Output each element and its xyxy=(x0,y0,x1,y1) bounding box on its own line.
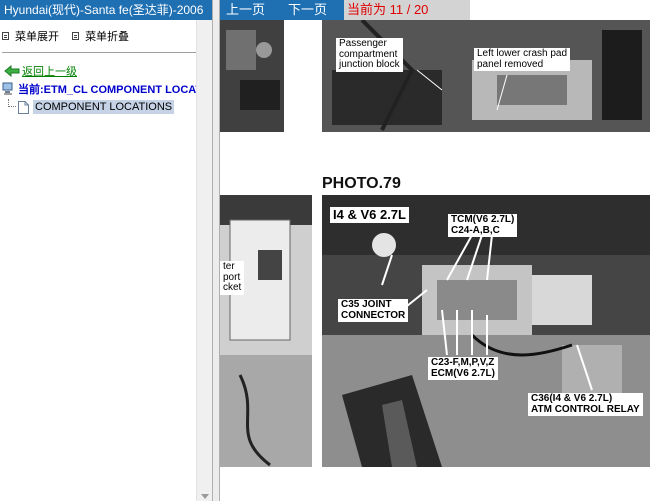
pane-splitter[interactable] xyxy=(212,0,220,501)
photo-title: PHOTO.79 xyxy=(322,175,401,192)
collapse-menu-label: 菜单折叠 xyxy=(85,31,130,43)
back-arrow-icon xyxy=(4,65,20,77)
back-link[interactable]: 返回上一级 xyxy=(4,63,77,79)
junction-block-image xyxy=(322,20,650,132)
back-link-label: 返回上一级 xyxy=(22,66,77,78)
expand-menu-label: 菜单展开 xyxy=(15,31,59,43)
page-indicator: 当前为 11 / 20 xyxy=(344,0,470,20)
collapse-icon xyxy=(72,32,80,40)
tree-item-label: COMPONENT LOCATIONS xyxy=(33,100,175,114)
label-tcm: TCM(V6 2.7L) C24-A,B,C xyxy=(448,214,518,237)
divider xyxy=(2,52,208,53)
prev-page-button[interactable]: 上一页 xyxy=(226,0,265,20)
label-engine-variant: I4 & V6 2.7L xyxy=(330,207,409,223)
tree-current-node: 当前:ETM_CL COMPONENT LOCATIONS xyxy=(2,81,212,97)
label-c36-atm-relay: C36(I4 & V6 2.7L) ATM CONTROL RELAY xyxy=(528,393,643,416)
tree-item-component-locations[interactable]: COMPONENT LOCATIONS xyxy=(8,99,175,115)
engine-bay-image xyxy=(220,20,284,132)
tree-pane: Hyundai(现代)-Santa fe(圣达菲)-2006 菜单展开 菜单折叠… xyxy=(0,0,212,501)
label-c23-ecm: C23-F,M,P,V,Z ECM(V6 2.7L) xyxy=(428,357,498,380)
page-nav-bar: 上一页 下一页 当前为 11 / 20 xyxy=(220,0,470,20)
expand-menu-button[interactable]: 菜单展开 xyxy=(2,28,59,44)
tree-title: Hyundai(现代)-Santa fe(圣达菲)-2006 xyxy=(0,0,212,20)
current-node-label: 当前:ETM_CL COMPONENT LOCATIONS xyxy=(18,84,212,96)
collapse-menu-button[interactable]: 菜单折叠 xyxy=(72,28,129,44)
label-c35-joint-connector: C35 JOINT CONNECTOR xyxy=(338,299,409,322)
computer-icon xyxy=(2,82,13,95)
tree-scrollbar[interactable] xyxy=(196,20,212,501)
tree-connector xyxy=(8,99,16,107)
label-crash-pad-removed: Left lower crash pad panel removed xyxy=(474,48,571,71)
scroll-down-icon[interactable] xyxy=(201,494,209,499)
menu-toolbar: 菜单展开 菜单折叠 xyxy=(0,28,137,44)
bracket-image xyxy=(220,195,312,467)
label-passenger-junction-block: Passenger compartment junction block xyxy=(336,38,403,72)
document-view: Passenger compartment junction block Lef… xyxy=(220,20,650,501)
next-page-button[interactable]: 下一页 xyxy=(288,0,327,20)
photo-fragment-top-left xyxy=(220,20,284,132)
expand-icon xyxy=(2,32,9,40)
photo-junction-block: Passenger compartment junction block Lef… xyxy=(322,20,650,132)
photo-fragment-bracket: ter port cket xyxy=(220,195,312,467)
app-window: Hyundai(现代)-Santa fe(圣达菲)-2006 菜单展开 菜单折叠… xyxy=(0,0,650,501)
document-icon xyxy=(18,100,29,114)
label-bracket-fragment: ter port cket xyxy=(220,261,245,295)
photo-79: I4 & V6 2.7L TCM(V6 2.7L) C24-A,B,C C35 … xyxy=(322,195,650,467)
